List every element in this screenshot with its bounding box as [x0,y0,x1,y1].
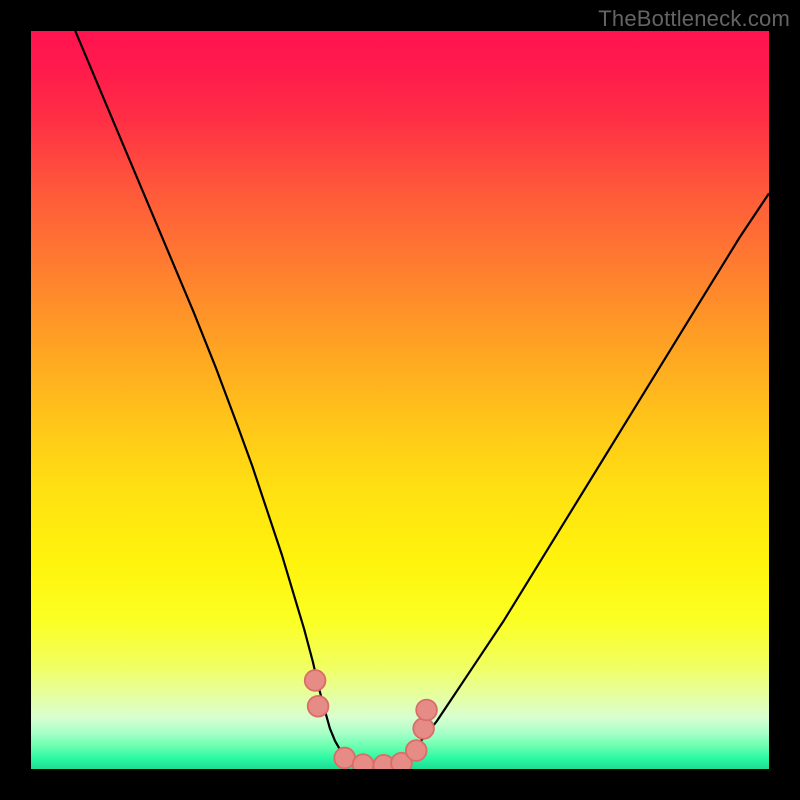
chart-frame: TheBottleneck.com [0,0,800,800]
data-point-marker [406,740,427,761]
chart-svg [31,31,769,769]
watermark-text: TheBottleneck.com [598,6,790,32]
data-point-marker [308,696,329,717]
data-point-marker [353,754,374,769]
curve-group [75,31,769,767]
data-point-marker [305,670,326,691]
curve-right-branch [378,193,769,766]
marker-group [305,670,437,769]
curve-left-branch [75,31,378,767]
data-point-marker [416,700,437,721]
plot-area [31,31,769,769]
data-point-marker [413,718,434,739]
